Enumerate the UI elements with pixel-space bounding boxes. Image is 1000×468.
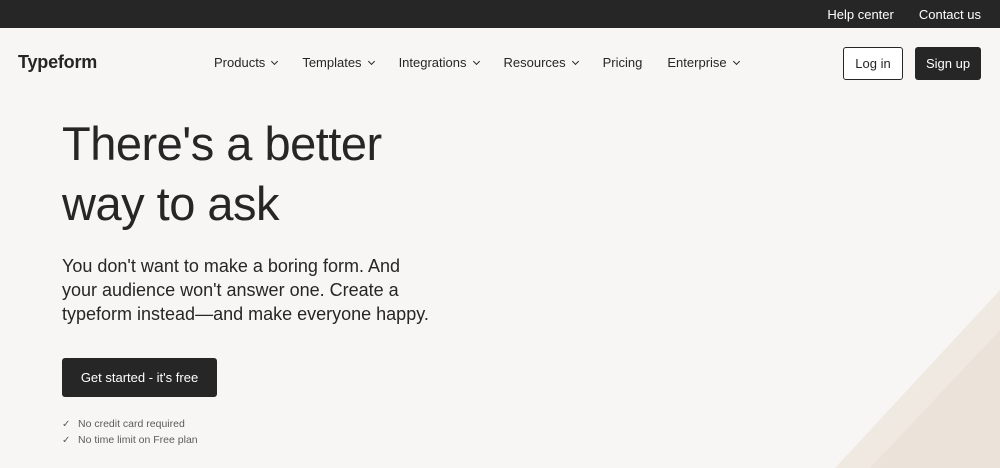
nav-item-label: Pricing: [602, 55, 643, 70]
nav-item-label: Resources: [503, 55, 566, 70]
nav-item-label: Integrations: [398, 55, 467, 70]
nav-item-products[interactable]: Products: [214, 55, 279, 70]
check-label: No time limit on Free plan: [78, 434, 198, 446]
chevron-down-icon: [571, 57, 579, 65]
top-utility-bar: Help center Contact us: [0, 0, 1000, 28]
nav-item-label: Enterprise: [667, 55, 727, 70]
chevron-down-icon: [472, 57, 480, 65]
chevron-down-icon: [271, 57, 279, 65]
nav-item-pricing[interactable]: Pricing: [603, 55, 643, 70]
nav-item-integrations[interactable]: Integrations: [398, 55, 480, 70]
hero-title: There's a better way to ask: [62, 114, 482, 234]
chevron-down-icon: [732, 57, 740, 65]
signup-button[interactable]: Sign up: [915, 47, 981, 80]
typeform-logo[interactable]: Typeform: [18, 52, 97, 73]
list-item: ✓ No credit card required: [62, 416, 198, 432]
login-button[interactable]: Log in: [843, 47, 903, 80]
list-item: ✓ No time limit on Free plan: [62, 432, 198, 448]
nav-item-resources[interactable]: Resources: [503, 55, 579, 70]
hero-subtitle-line: typeform instead—and make everyone happy…: [62, 304, 429, 324]
help-center-link[interactable]: Help center: [827, 7, 893, 22]
hero-title-line: There's a better: [62, 117, 382, 170]
checkmark-icon: ✓: [62, 418, 71, 430]
hero-subtitle: You don't want to make a boring form. An…: [62, 254, 442, 326]
hero-title-line: way to ask: [62, 177, 280, 230]
get-started-button[interactable]: Get started - it's free: [62, 358, 217, 397]
check-label: No credit card required: [78, 418, 185, 430]
nav-item-label: Templates: [302, 55, 362, 70]
feature-checklist: ✓ No credit card required ✓ No time limi…: [62, 416, 198, 448]
nav-item-enterprise[interactable]: Enterprise: [667, 55, 740, 70]
checkmark-icon: ✓: [62, 434, 71, 446]
chevron-down-icon: [367, 57, 375, 65]
nav-item-label: Products: [214, 55, 266, 70]
hero-subtitle-line: You don't want to make a boring form. An…: [62, 256, 400, 276]
hero-subtitle-line: your audience won't answer one. Create a: [62, 280, 399, 300]
nav-menu: Products Templates Integrations Resource…: [214, 55, 764, 70]
nav-item-templates[interactable]: Templates: [302, 55, 375, 70]
contact-us-link[interactable]: Contact us: [919, 7, 981, 22]
main-navigation: Typeform Products Templates Integrations…: [0, 28, 1000, 96]
